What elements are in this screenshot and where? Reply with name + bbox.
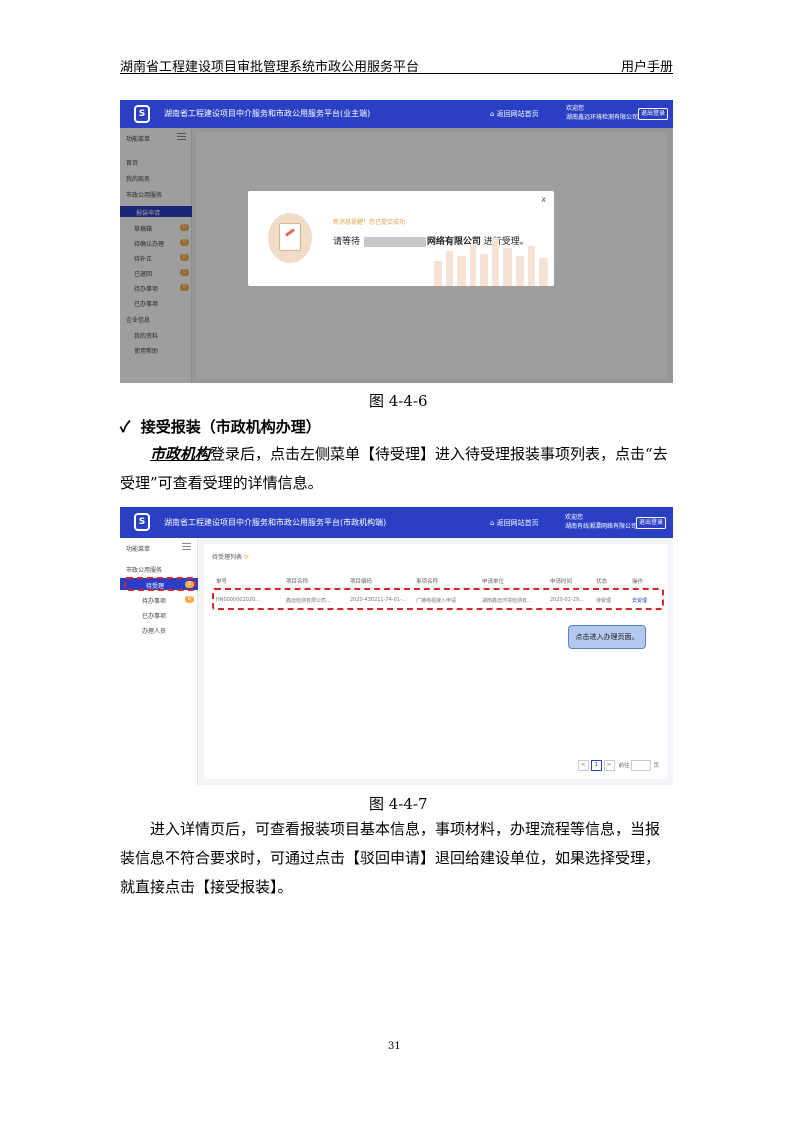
close-icon[interactable]: x bbox=[541, 195, 546, 204]
paragraph-detail: 进入详情页后，可查看报装项目基本信息，事项材料，办理流程等信息，当报装信息不符合… bbox=[120, 820, 661, 896]
redacted-block bbox=[363, 236, 426, 247]
col-project-name: 项目名称 bbox=[286, 579, 309, 585]
callout-tip: 点击进入办理页面。 bbox=[568, 625, 646, 649]
col-status: 状态 bbox=[596, 579, 608, 585]
logout-button[interactable]: 退出登录 bbox=[638, 108, 668, 120]
page-header: 湖南省工程建设项目审批管理系统市政公用服务平台 用户手册 bbox=[120, 56, 673, 75]
page-button[interactable]: 1 bbox=[590, 760, 602, 771]
pagination: <1 > 前往 页 bbox=[577, 760, 659, 771]
col-project-code: 项目编码 bbox=[350, 579, 373, 585]
col-action: 操作 bbox=[632, 579, 644, 585]
sidebar: 功能菜单 市政公用服务 待受理 1 待办事项 0 已办事项 办理人员 bbox=[120, 538, 198, 785]
sidebar-item-todo[interactable]: 待办事项 bbox=[142, 596, 166, 605]
emphasis-term: 市政机构 bbox=[150, 445, 211, 463]
panel-title: 待受理列表 ⟳ bbox=[212, 554, 249, 561]
app-topbar: S 湖南省工程建设项目中介服务和市政公用服务平台(市政机构端) ⌂ 返回网站首页… bbox=[120, 507, 673, 538]
app-title: 湖南省工程建设项目中介服务和市政公用服务平台(市政机构端) bbox=[164, 518, 387, 527]
page-unit: 页 bbox=[653, 763, 659, 769]
figure-4-4-7-screenshot: S 湖南省工程建设项目中介服务和市政公用服务平台(市政机构端) ⌂ 返回网站首页… bbox=[120, 507, 673, 785]
welcome-text: 欢迎您 湖南鑫远环境检测有限公司 bbox=[566, 105, 639, 121]
home-link[interactable]: ⌂ 返回网站首页 bbox=[490, 109, 539, 119]
header-manual: 用户手册 bbox=[620, 60, 673, 75]
sidebar-highlight bbox=[124, 577, 196, 591]
sidebar-group-municipal[interactable]: 市政公用服务 bbox=[126, 565, 162, 574]
count-badge: 0 bbox=[185, 596, 194, 603]
submission-success-modal: x 新消息提醒！您已提交成功 请等待 网络有限公司 进行受理。 bbox=[248, 191, 554, 286]
home-link[interactable]: ⌂ 返回网站首页 bbox=[490, 518, 539, 528]
section-heading: ✓ 接受报装（市政机构办理） bbox=[120, 418, 321, 436]
modal-hint: 新消息提醒！您已提交成功 bbox=[333, 219, 406, 226]
refresh-icon[interactable]: ⟳ bbox=[244, 554, 249, 561]
pending-list-panel: 待受理列表 ⟳ 单号 项目名称 项目编码 事项名称 申请单位 申请时间 状态 操… bbox=[204, 544, 667, 779]
next-page-button[interactable]: > bbox=[603, 760, 615, 771]
goto-label: 前往 bbox=[618, 763, 630, 769]
welcome-text: 欢迎您 湖南有线湘潭网络有限公司 bbox=[565, 514, 638, 530]
sidebar-title: 功能菜单 bbox=[126, 546, 151, 553]
app-topbar: S 湖南省工程建设项目中介服务和市政公用服务平台(业主端) ⌂ 返回网站首页 欢… bbox=[120, 100, 673, 128]
document-icon bbox=[268, 213, 312, 263]
table-header: 单号 项目名称 项目编码 事项名称 申请单位 申请时间 状态 操作 bbox=[212, 574, 659, 588]
logout-button[interactable]: 退出登录 bbox=[636, 517, 666, 529]
page-input[interactable] bbox=[631, 760, 652, 771]
col-applicant: 申请单位 bbox=[482, 579, 505, 585]
figure-4-4-6-screenshot: S 湖南省工程建设项目中介服务和市政公用服务平台(业主端) ⌂ 返回网站首页 欢… bbox=[120, 100, 673, 383]
sidebar-item-staff[interactable]: 办理人员 bbox=[142, 626, 166, 635]
app-logo-icon: S bbox=[134, 513, 150, 531]
sidebar-item-done[interactable]: 已办事项 bbox=[142, 611, 166, 620]
row-highlight bbox=[212, 588, 664, 610]
page-number: 31 bbox=[388, 1041, 401, 1052]
checkmark-icon: ✓ bbox=[120, 418, 131, 436]
app-title: 湖南省工程建设项目中介服务和市政公用服务平台(业主端) bbox=[164, 109, 371, 118]
col-order-no: 单号 bbox=[216, 579, 228, 585]
figure-caption: 图 4-4-7 bbox=[369, 795, 428, 813]
app-logo-icon: S bbox=[134, 105, 150, 123]
prev-page-button[interactable]: < bbox=[577, 760, 589, 771]
paragraph-accept: 市政机构登录后，点击左侧菜单【待受理】进入待受理报装事项列表，点击“去受理”可查… bbox=[120, 445, 668, 492]
header-title: 湖南省工程建设项目审批管理系统市政公用服务平台 bbox=[120, 60, 420, 75]
col-item-name: 事项名称 bbox=[416, 579, 439, 585]
city-skyline-decoration bbox=[434, 238, 548, 286]
figure-caption: 图 4-4-6 bbox=[369, 392, 428, 410]
col-apply-time: 申请时间 bbox=[550, 579, 573, 585]
hamburger-icon[interactable] bbox=[182, 543, 191, 550]
